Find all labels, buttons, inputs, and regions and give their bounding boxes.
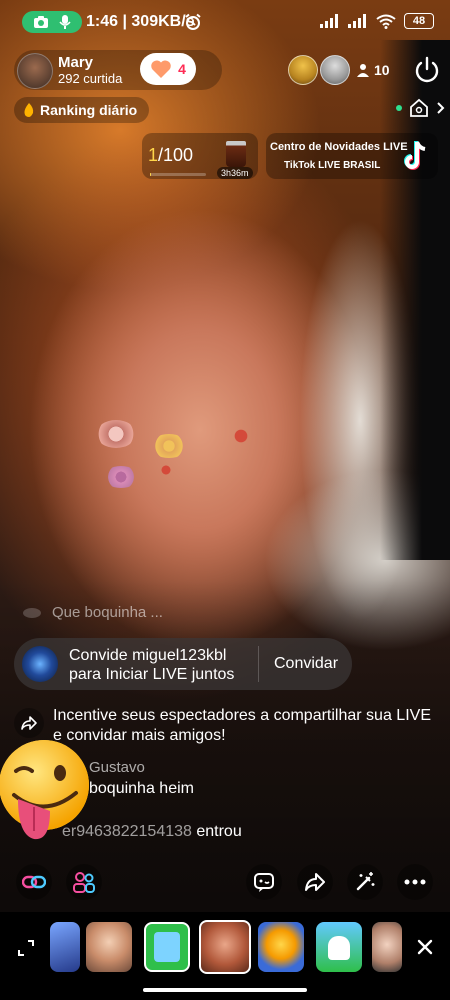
share-prompt-text: Incentive seus espectadores a compartilh…: [53, 707, 431, 744]
close-icon[interactable]: [416, 938, 434, 956]
live-screen: 1:46 | 309KB/s 48 Mary 292 curtida 4 10 …: [0, 0, 450, 1000]
microphone-icon: [59, 15, 71, 29]
avatar[interactable]: [22, 646, 58, 682]
viewer-avatar-1[interactable]: [288, 55, 318, 85]
more-icon: [404, 879, 426, 885]
user-avatar-icon: [23, 607, 41, 618]
share-prompt-icon: [14, 708, 44, 738]
follow-count: 4: [178, 61, 186, 77]
home-icon[interactable]: [408, 97, 430, 119]
chat-join-message: er9463822154138 entrou: [62, 823, 242, 841]
effect-thumbnail[interactable]: [50, 922, 80, 972]
status-icons: 48: [320, 13, 434, 29]
effect-thumbnail[interactable]: [86, 922, 132, 972]
invite-text: Convide miguel123kbl para Iniciar LIVE j…: [69, 646, 234, 684]
chevron-right-icon[interactable]: [436, 101, 446, 115]
chat-comment-user: Gustavo: [89, 759, 145, 776]
link-button[interactable]: [16, 864, 52, 900]
ranking-badge[interactable]: Ranking diário: [14, 97, 150, 123]
chat-comment-text: boquinha heim: [89, 780, 194, 797]
collapse-icon[interactable]: [16, 938, 36, 958]
share-button[interactable]: [297, 864, 333, 900]
effect-thumbnail[interactable]: [316, 922, 362, 972]
invite-line2: para Iniciar LIVE juntos: [69, 666, 235, 683]
ranking-label: Ranking diário: [40, 102, 138, 118]
goal-timer: 3h36m: [217, 167, 253, 179]
link-icon: [22, 875, 46, 889]
recording-indicator: [22, 11, 82, 33]
comment-icon: [254, 873, 274, 892]
home-link[interactable]: [396, 97, 446, 119]
avatar[interactable]: [17, 53, 53, 89]
host-info[interactable]: Mary 292 curtida 4: [14, 50, 222, 90]
invite-line1: Convide miguel123kbl: [69, 647, 227, 664]
effect-thumbnail[interactable]: [258, 922, 304, 972]
share-arrow-icon: [21, 716, 37, 730]
goal-progress-bar: [150, 173, 206, 176]
chat-faded-text: Que boquinha ...: [52, 604, 163, 621]
tiktok-logo-icon: [404, 141, 426, 170]
status-time-speed: 1:46 | 309KB/s: [86, 13, 195, 30]
camera-icon: [34, 16, 48, 28]
home-indicator[interactable]: [143, 988, 307, 992]
drink-gift-icon: [226, 141, 246, 167]
effects-tray: [0, 912, 450, 1000]
effect-thumbnail[interactable]: [372, 922, 402, 972]
online-dot: [396, 105, 402, 111]
magic-wand-icon: [356, 872, 375, 891]
join-username: er9463822154138: [62, 823, 192, 840]
guests-button[interactable]: [66, 864, 102, 900]
viewer-avatar-2[interactable]: [320, 55, 350, 85]
effect-thumbnail-selected[interactable]: [199, 920, 251, 974]
people-icon: [73, 872, 95, 893]
power-icon[interactable]: [412, 55, 442, 85]
status-bar: 1:46 | 309KB/s 48: [0, 0, 450, 42]
chat-comment-faded: Que boquinha ...: [22, 604, 163, 621]
follow-button[interactable]: 4: [140, 53, 196, 85]
viewer-count-value: 10: [374, 62, 390, 78]
divider: [258, 646, 259, 682]
more-button[interactable]: [397, 864, 433, 900]
comment-button[interactable]: [246, 864, 282, 900]
signal-icon-2: [348, 14, 366, 28]
top-viewers[interactable]: [288, 55, 350, 85]
person-icon: [357, 64, 369, 77]
signal-icon: [320, 14, 338, 28]
battery-indicator: 48: [404, 13, 434, 29]
goal-progress-text: 1/100: [148, 145, 194, 165]
invite-button[interactable]: Convidar: [260, 638, 352, 690]
news-title: Centro de Novidades LIVE: [270, 141, 408, 153]
heart-icon: [151, 60, 171, 78]
viewer-count[interactable]: 10: [356, 56, 390, 84]
join-text: entrou: [191, 823, 242, 840]
effects-button[interactable]: [347, 864, 383, 900]
flame-icon: [24, 103, 34, 117]
effect-thumbnail[interactable]: [144, 922, 190, 972]
invite-cohost-banner: Convide miguel123kbl para Iniciar LIVE j…: [14, 638, 352, 690]
live-news-card[interactable]: Centro de Novidades LIVE TikTok LIVE BRA…: [266, 133, 438, 179]
host-likes: 292 curtida: [58, 71, 123, 86]
host-name: Mary: [58, 54, 94, 71]
share-icon: [305, 873, 325, 891]
gift-goal[interactable]: 1/100 3h36m: [142, 133, 258, 179]
alarm-icon: [185, 13, 201, 30]
news-subtitle: TikTok LIVE BRASIL: [284, 160, 381, 171]
wifi-icon: [376, 14, 396, 29]
